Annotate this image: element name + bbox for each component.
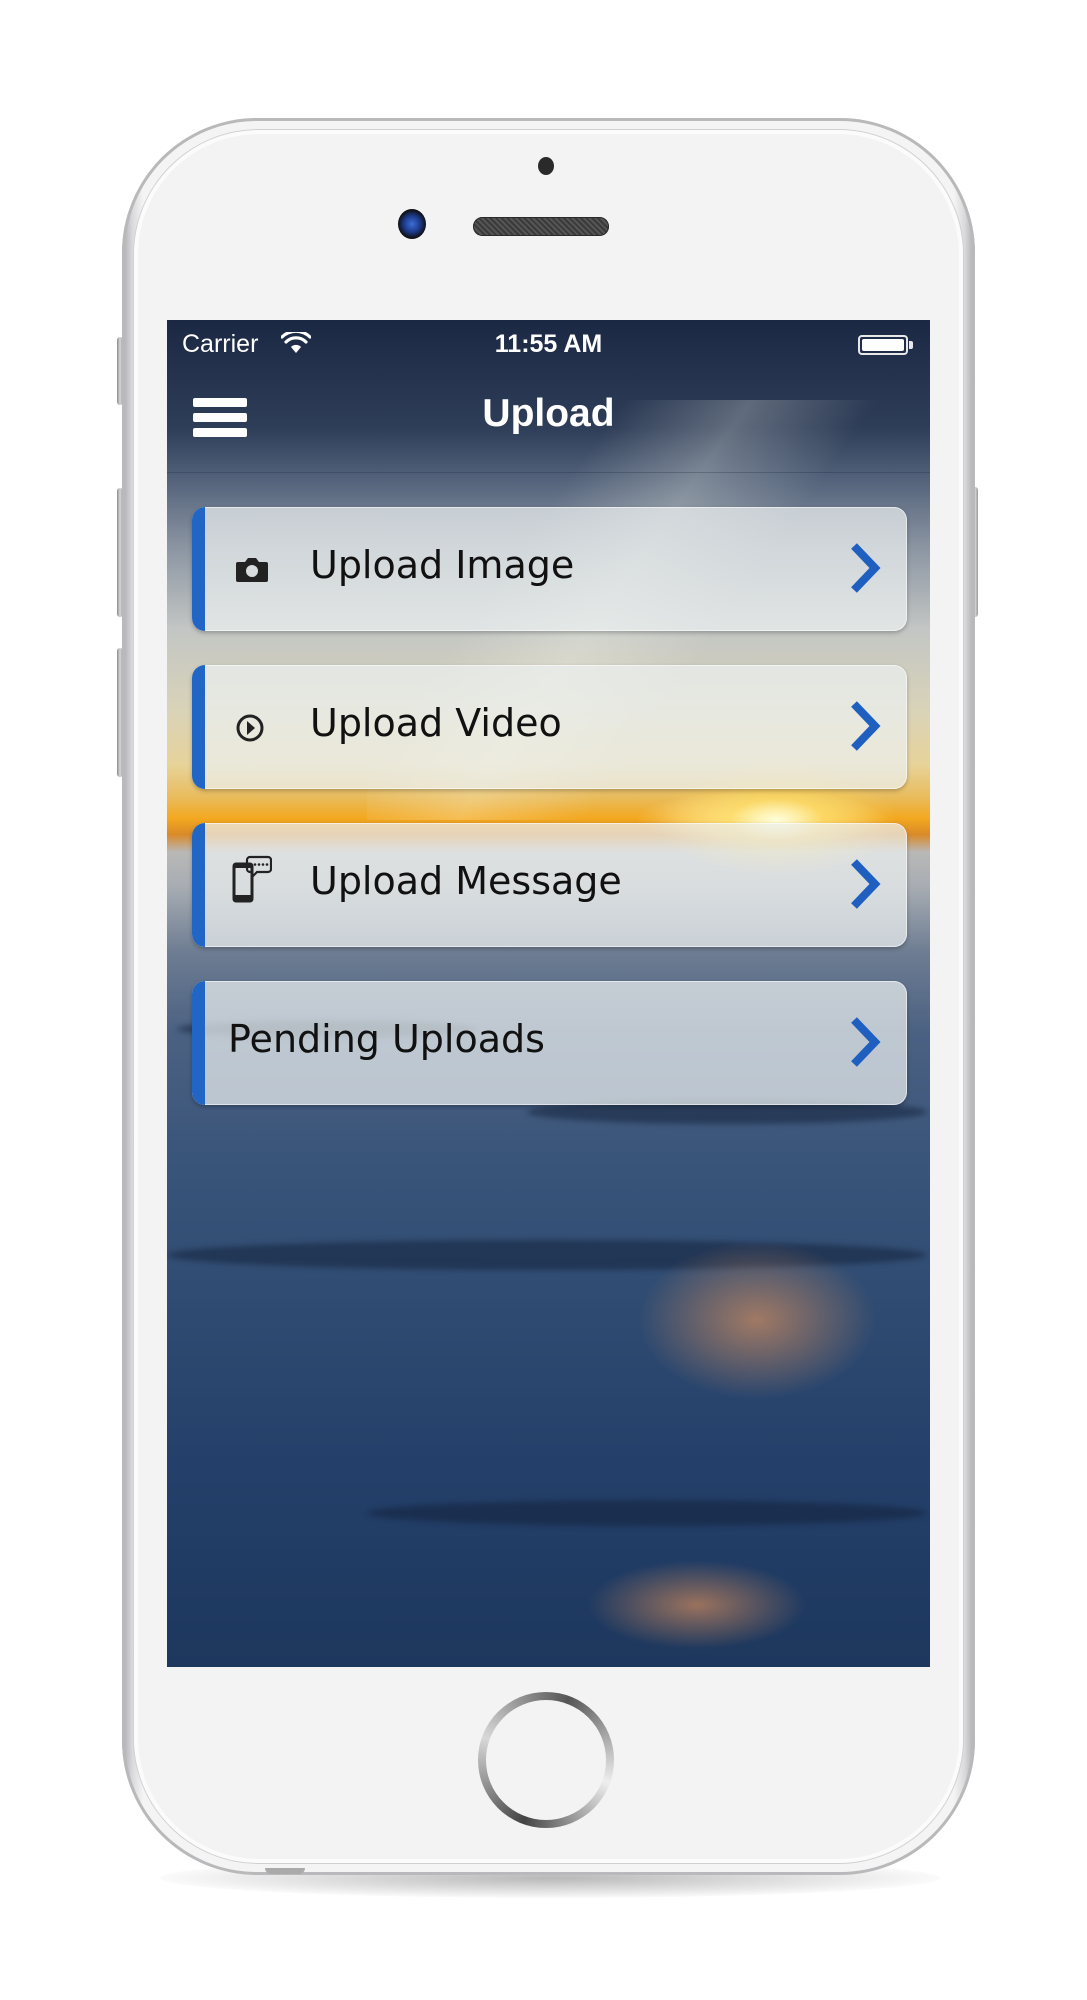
upload-video-label: Upload Video: [310, 701, 562, 745]
chevron-right-icon: [851, 859, 881, 909]
accent-bar: [192, 823, 205, 947]
battery-nub: [909, 341, 913, 349]
upload-message-item[interactable]: Upload Message: [192, 823, 907, 947]
upload-message-label: Upload Message: [310, 859, 622, 903]
accent-bar: [192, 981, 205, 1105]
upload-image-label: Upload Image: [310, 543, 575, 587]
page-title: Upload: [482, 392, 615, 435]
accent-bar: [192, 665, 205, 789]
battery-fill: [862, 339, 904, 351]
home-button[interactable]: [478, 1692, 614, 1828]
proximity-sensor: [538, 157, 554, 175]
battery-full-icon: [858, 335, 908, 355]
earpiece-speaker: [473, 217, 609, 236]
app-screen: Carrier 11:55 AM Upload Upload Image Upl…: [167, 320, 930, 1667]
background-glint: [587, 1560, 807, 1650]
camera-icon: [236, 558, 268, 582]
upload-image-item[interactable]: Upload Image: [192, 507, 907, 631]
play-circle-icon: [236, 714, 264, 742]
status-bar: Carrier 11:55 AM: [167, 320, 930, 360]
pending-uploads-label: Pending Uploads: [228, 1017, 545, 1061]
lightning-port: [265, 1868, 305, 1874]
background-glint: [637, 1240, 877, 1400]
pending-uploads-item[interactable]: Pending Uploads: [192, 981, 907, 1105]
navigation-bar: Upload: [167, 360, 930, 473]
chevron-right-icon: [851, 701, 881, 751]
background-wave: [367, 1500, 927, 1526]
phone-message-icon: [232, 855, 272, 903]
chevron-right-icon: [851, 543, 881, 593]
front-camera-icon: [398, 209, 426, 239]
upload-video-item[interactable]: Upload Video: [192, 665, 907, 789]
chevron-right-icon: [851, 1017, 881, 1067]
accent-bar: [192, 507, 205, 631]
status-time: 11:55 AM: [494, 330, 603, 358]
